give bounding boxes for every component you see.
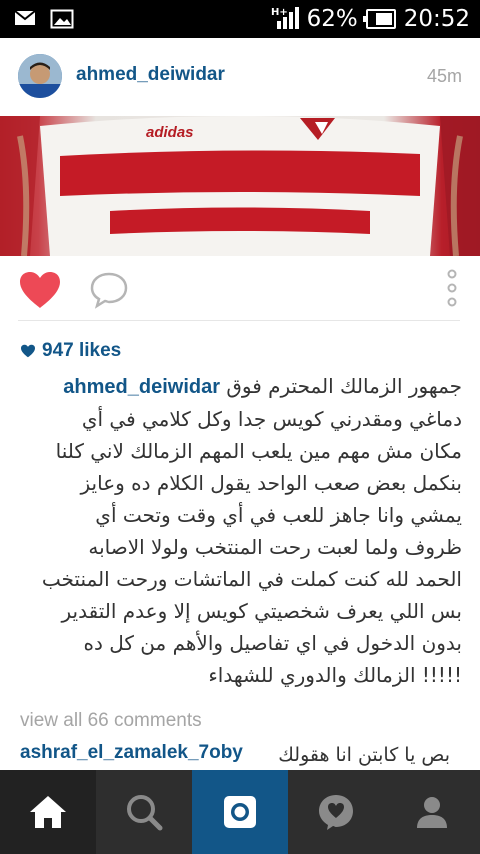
caption-line: بدون الدخول في اي تفاصيل والأهم من كل ده bbox=[83, 631, 463, 655]
caption-line: جمهور الزمالك المحترم فوق ahmed_deiwidar bbox=[18, 370, 462, 403]
nav-profile[interactable] bbox=[384, 770, 480, 854]
heart-icon bbox=[20, 272, 60, 308]
status-bar: H+ 62% 20:52 bbox=[0, 0, 480, 38]
nav-activity[interactable] bbox=[288, 770, 384, 854]
more-options-button[interactable] bbox=[442, 266, 462, 310]
comment-text: بص يا كابتن انا هقولك bbox=[278, 744, 450, 766]
likes-label: 947 likes bbox=[42, 340, 122, 361]
nav-camera[interactable] bbox=[192, 770, 288, 854]
caption-line: مكان مش مهم مين يلعب المهم الزمالك لاني … bbox=[55, 439, 462, 463]
activity-icon bbox=[319, 795, 353, 830]
adidas-logo: adidas bbox=[146, 124, 194, 141]
caption-line: الحمد لله كنت كملت في الماتشات ورحت المن… bbox=[41, 567, 462, 591]
battery-icon bbox=[362, 9, 396, 29]
signal-icon: H+ bbox=[271, 5, 299, 34]
bottom-nav bbox=[0, 770, 480, 854]
clock: 20:52 bbox=[403, 6, 470, 32]
post-time: 45m bbox=[426, 66, 462, 86]
post-header: ahmed_deiwidar 45m bbox=[0, 38, 480, 116]
camera-icon bbox=[224, 796, 256, 828]
post-username[interactable]: ahmed_deiwidar bbox=[76, 64, 225, 86]
comment-username[interactable]: ashraf_el_zamalek_7oby bbox=[20, 742, 243, 764]
post-caption: جمهور الزمالك المحترم فوق ahmed_deiwidar… bbox=[18, 370, 462, 691]
gallery-icon bbox=[50, 9, 74, 34]
caption-line: بس اللي يعرف شخصيتي كويس إلا وعدم التقدي… bbox=[61, 599, 463, 623]
nav-search[interactable] bbox=[96, 770, 192, 854]
comment-icon bbox=[90, 272, 128, 309]
post-photo[interactable]: adidas bbox=[0, 116, 480, 256]
divider bbox=[18, 320, 460, 321]
more-icon bbox=[447, 269, 457, 307]
home-icon bbox=[30, 796, 66, 828]
caption-line: بنكمل بعض صعب الواحد يقول الكلام ده وعاي… bbox=[80, 471, 462, 495]
caption-line: !!!!! الزمالك والدوري للشهداء bbox=[208, 663, 462, 687]
caption-line: ظروف ولما لعبت رحت المنتخب ولولا الاصابه bbox=[88, 535, 462, 559]
caption-line: دماغي ومقدرني كويس جدا وكل كلامي في أي bbox=[81, 407, 462, 431]
like-button[interactable] bbox=[18, 270, 62, 310]
svg-text:H+: H+ bbox=[271, 7, 288, 18]
view-all-comments-link[interactable]: view all 66 comments bbox=[20, 710, 202, 732]
mail-icon bbox=[14, 9, 36, 34]
comment-button[interactable] bbox=[88, 270, 130, 310]
caption-line: يمشي وانا جاهز للعب في أي وقت وتحت أي bbox=[95, 503, 462, 527]
likes-count[interactable]: 947 likes bbox=[20, 338, 121, 364]
avatar[interactable] bbox=[18, 54, 62, 98]
small-heart-icon bbox=[21, 344, 35, 358]
search-icon bbox=[127, 795, 163, 831]
caption-text: جمهور الزمالك المحترم فوق bbox=[226, 374, 462, 398]
caption-username[interactable]: ahmed_deiwidar bbox=[63, 376, 220, 398]
profile-icon bbox=[417, 797, 447, 828]
comment-row: ashraf_el_zamalek_7oby بص يا كابتن انا ه… bbox=[20, 740, 460, 770]
post-actions bbox=[0, 256, 480, 322]
nav-home[interactable] bbox=[0, 770, 96, 854]
battery-percent: 62% bbox=[306, 6, 358, 32]
